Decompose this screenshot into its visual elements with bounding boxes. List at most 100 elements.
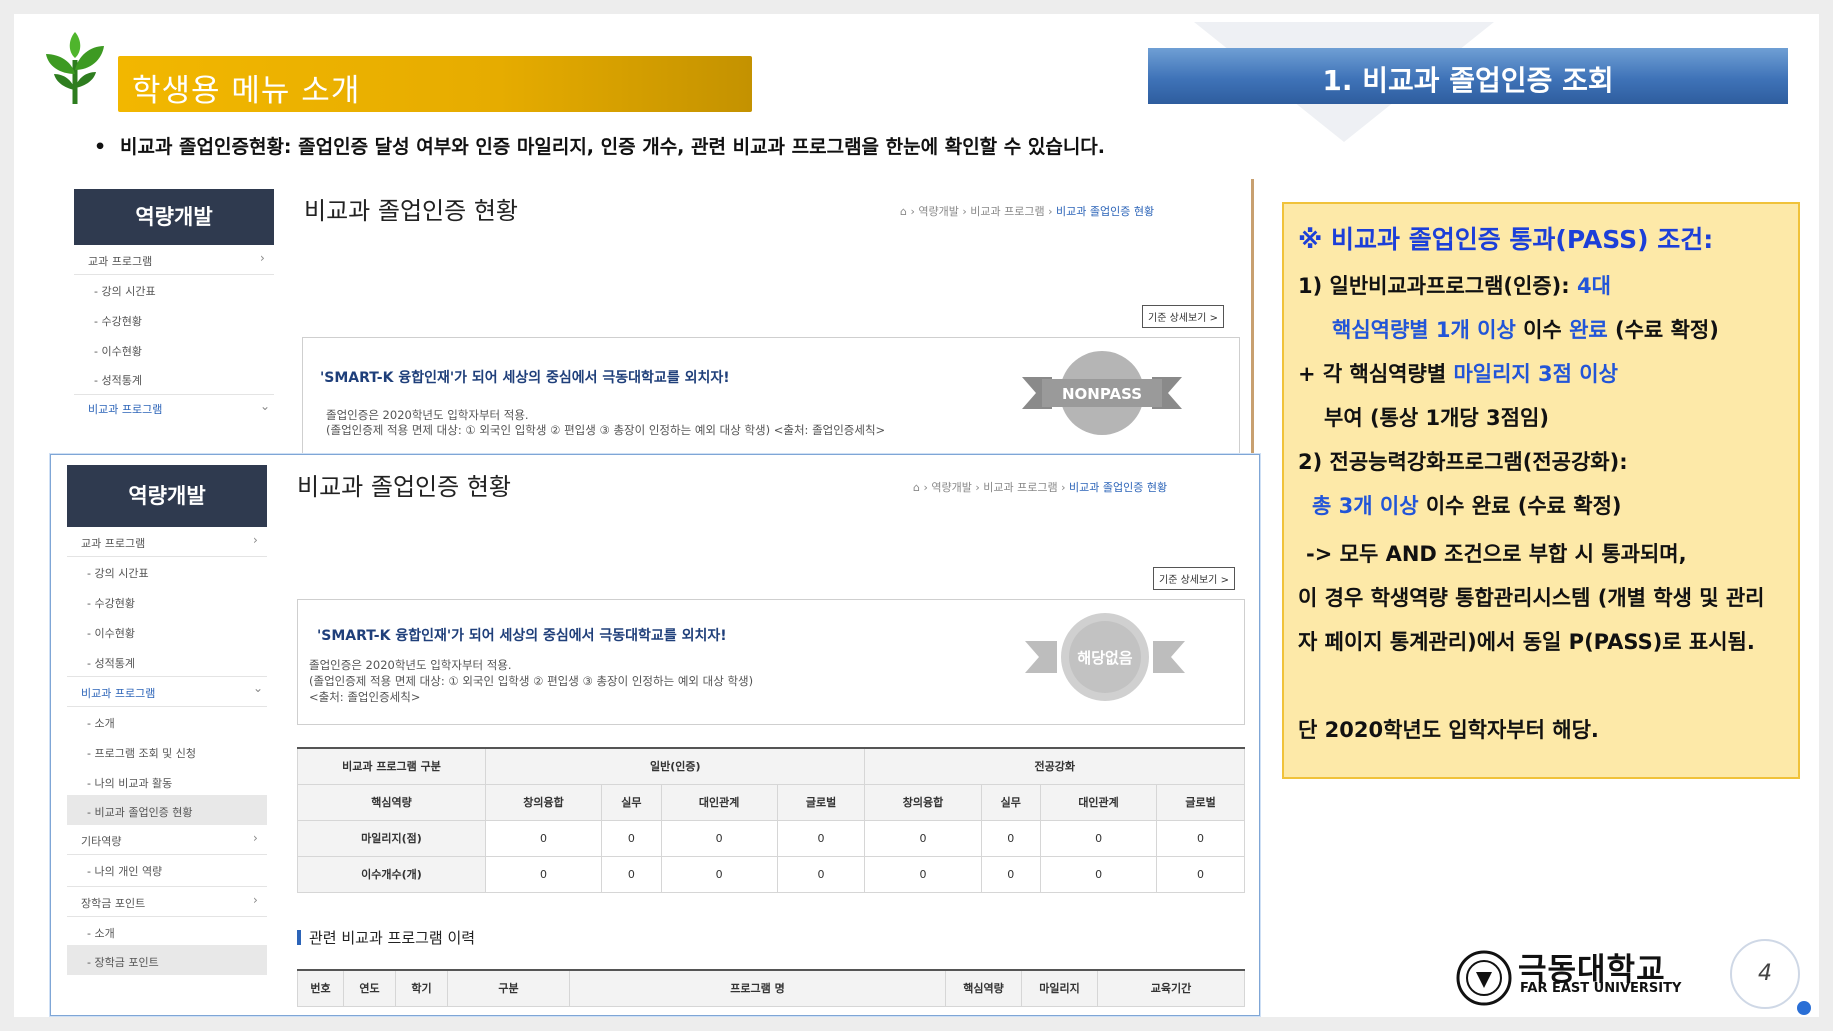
table-row: 번호 연도 학기 구분 프로그램 명 핵심역량 마일리지 교육기간 <box>297 969 1245 1007</box>
note-line: 졸업인증은 2020학년도 입학자부터 적용. <box>309 658 512 672</box>
table-cell: 0 <box>864 855 982 893</box>
sidebar-title: 역량개발 <box>74 189 274 245</box>
slogan: 'SMART-K 융합인재'가 되어 세상의 중심에서 극동대학교를 외치자! <box>317 628 727 644</box>
sidebar-item-completion[interactable]: - 이수현황 <box>94 343 142 359</box>
table-cell: 0 <box>776 855 866 893</box>
menu-title-bar: 학생용 메뉴 소개 <box>118 56 752 112</box>
table-cell: 0 <box>980 819 1042 857</box>
condition-line: 총 3개 이상 이수 완료 (수료 확정) <box>1312 494 1622 518</box>
table-header: 대인관계 <box>660 783 778 821</box>
logo-english: FAR EAST UNIVERSITY <box>1520 981 1682 996</box>
slogan: 'SMART-K 융합인재'가 되어 세상의 중심에서 극동대학교를 외치자! <box>320 370 730 386</box>
history-table: 번호 연도 학기 구분 프로그램 명 핵심역량 마일리지 교육기간 <box>297 969 1245 1007</box>
sidebar-item-program-search[interactable]: - 프로그램 조회 및 신청 <box>87 745 196 761</box>
nonpass-badge: NONPASS <box>1061 385 1143 403</box>
table-row: 핵심역량 창의융합 실무 대인관계 글로벌 창의융합 실무 대인관계 글로벌 <box>297 783 1245 821</box>
table-row: 이수개수(개) 0 0 0 0 0 0 0 0 <box>297 855 1245 893</box>
screenshot-nonpass: 역량개발 교과 프로그램 › - 강의 시간표 - 수강현황 - 이수현황 - … <box>64 179 1254 459</box>
detail-button[interactable]: 기준 상세보기 > <box>1142 305 1224 328</box>
table-header: 창의융합 <box>864 783 982 821</box>
sidebar-item-timetable[interactable]: - 강의 시간표 <box>87 565 149 581</box>
page-title: 비교과 졸업인증 현황 <box>304 197 518 225</box>
sidebar-divider <box>74 367 274 395</box>
condition-line: 핵심역량별 1개 이상 이수 완료 (수료 확정) <box>1332 318 1719 342</box>
sidebar-item-enrollment[interactable]: - 수강현황 <box>87 595 135 611</box>
note-line: (졸업인증제 적용 면제 대상: ① 외국인 입학생 ② 편입생 ③ 총장이 인… <box>326 423 886 437</box>
table-cell: 0 <box>776 819 866 857</box>
table-header: 대인관계 <box>1040 783 1158 821</box>
note-line: <출처: 졸업인증세칙> <box>309 690 421 704</box>
table-header: 비교과 프로그램 구분 <box>297 747 486 785</box>
condition-line: 이 경우 학생역량 통합관리시스템 (개별 학생 및 관리 <box>1298 586 1765 610</box>
table-cell: 0 <box>1156 819 1245 857</box>
sidebar-item-curricular[interactable]: 교과 프로그램 <box>88 253 152 269</box>
sidebar-item-timetable[interactable]: - 강의 시간표 <box>94 283 156 299</box>
sidebar-title: 역량개발 <box>67 465 267 527</box>
condition-line: 2) 전공능력강화프로그램(전공강화): <box>1298 450 1628 474</box>
table-header: 글로벌 <box>776 783 866 821</box>
sidebar-item-other[interactable]: 기타역량 <box>81 833 121 849</box>
chevron-down-icon: ⌄ <box>260 399 271 413</box>
table-cell: 0 <box>601 855 662 893</box>
table-header: 번호 <box>297 969 344 1007</box>
sidebar-item-completion[interactable]: - 이수현황 <box>87 625 135 641</box>
table-row: 마일리지(점) 0 0 0 0 0 0 0 0 <box>297 819 1245 857</box>
condition-line: 1) 일반비교과프로그램(인증): 4대 <box>1298 274 1611 298</box>
sidebar-item-scholarship-points[interactable]: - 장학금 포인트 <box>87 954 159 970</box>
sidebar-item-extracurricular[interactable]: 비교과 프로그램 <box>88 401 162 417</box>
note-line: 졸업인증은 2020학년도 입학자부터 적용. <box>326 408 529 422</box>
section-title-bar: 1. 비교과 졸업인증 조회 <box>1148 48 1788 104</box>
pass-conditions-box: ※ 비교과 졸업인증 통과(PASS) 조건: 1) 일반비교과프로그램(인증)… <box>1282 202 1800 779</box>
table-header: 실무 <box>601 783 662 821</box>
sidebar-item-scholarship-intro[interactable]: - 소개 <box>87 925 115 941</box>
sidebar-item-cert-status[interactable]: - 비교과 졸업인증 현황 <box>87 804 193 820</box>
conditions-title: ※ 비교과 졸업인증 통과(PASS) 조건: <box>1298 225 1714 254</box>
sidebar-item-curricular[interactable]: 교과 프로그램 <box>81 535 145 551</box>
description: • 비교과 졸업인증현황: 졸업인증 달성 여부와 인증 마일리지, 인증 개수,… <box>94 136 1105 158</box>
table-header: 학기 <box>395 969 448 1007</box>
condition-line: -> 모두 AND 조건으로 부합 시 통과되며, <box>1306 542 1687 566</box>
certification-table: 비교과 프로그램 구분 일반(인증) 전공강화 핵심역량 창의융합 실무 대인관… <box>297 747 1245 893</box>
table-cell: 0 <box>660 855 778 893</box>
condition-line: 단 2020학년도 입학자부터 해당. <box>1298 718 1599 742</box>
table-cell: 0 <box>484 819 603 857</box>
condition-line: 자 페이지 통계관리)에서 동일 P(PASS)로 표시됨. <box>1298 630 1755 654</box>
table-header: 구분 <box>447 969 570 1007</box>
table-header: 마일리지 <box>1021 969 1098 1007</box>
home-icon[interactable]: ⌂ <box>900 205 907 218</box>
decor-dot <box>1797 1001 1811 1015</box>
sidebar-divider <box>67 887 267 917</box>
row-label: 마일리지(점) <box>297 819 486 857</box>
row-label: 이수개수(개) <box>297 855 486 893</box>
table-header: 실무 <box>980 783 1042 821</box>
screenshot-status: 역량개발 교과 프로그램 › - 강의 시간표 - 수강현황 - 이수현황 - … <box>50 454 1260 1016</box>
home-icon[interactable]: ⌂ <box>913 481 920 494</box>
page-number: 4 <box>1730 939 1800 1009</box>
chevron-right-icon: › <box>253 831 258 845</box>
detail-button[interactable]: 기준 상세보기 > <box>1153 567 1235 590</box>
menu-title: 학생용 메뉴 소개 <box>132 73 361 109</box>
sidebar-divider <box>67 857 267 887</box>
table-cell: 0 <box>1040 855 1158 893</box>
sidebar-divider <box>67 649 267 677</box>
table-cell: 0 <box>980 855 1042 893</box>
sidebar-item-my-activity[interactable]: - 나의 비교과 활동 <box>87 775 172 791</box>
table-row: 비교과 프로그램 구분 일반(인증) 전공강화 <box>297 747 1245 785</box>
section-title: 1. 비교과 졸업인증 조회 <box>1322 64 1614 97</box>
condition-line: + 각 핵심역량별 마일리지 3점 이상 <box>1298 362 1618 386</box>
table-cell: 0 <box>660 819 778 857</box>
chevron-right-icon: › <box>260 251 265 265</box>
table-header: 핵심역량 <box>945 969 1022 1007</box>
breadcrumb: ⌂ › 역량개발 › 비교과 프로그램 › 비교과 졸업인증 현황 <box>900 205 1155 218</box>
sidebar-item-enrollment[interactable]: - 수강현황 <box>94 313 142 329</box>
sidebar-item-intro[interactable]: - 소개 <box>87 715 115 731</box>
table-cell: 0 <box>484 855 603 893</box>
table-header: 전공강화 <box>864 747 1245 785</box>
status-badge: 해당없음 <box>1077 649 1133 667</box>
history-title: 관련 비교과 프로그램 이력 <box>297 927 475 948</box>
page-title: 비교과 졸업인증 현황 <box>297 473 511 501</box>
condition-line: 부여 (통상 1개당 3점임) <box>1324 406 1549 430</box>
sidebar-divider <box>67 677 267 707</box>
table-header: 교육기간 <box>1097 969 1245 1007</box>
table-header: 일반(인증) <box>484 747 866 785</box>
